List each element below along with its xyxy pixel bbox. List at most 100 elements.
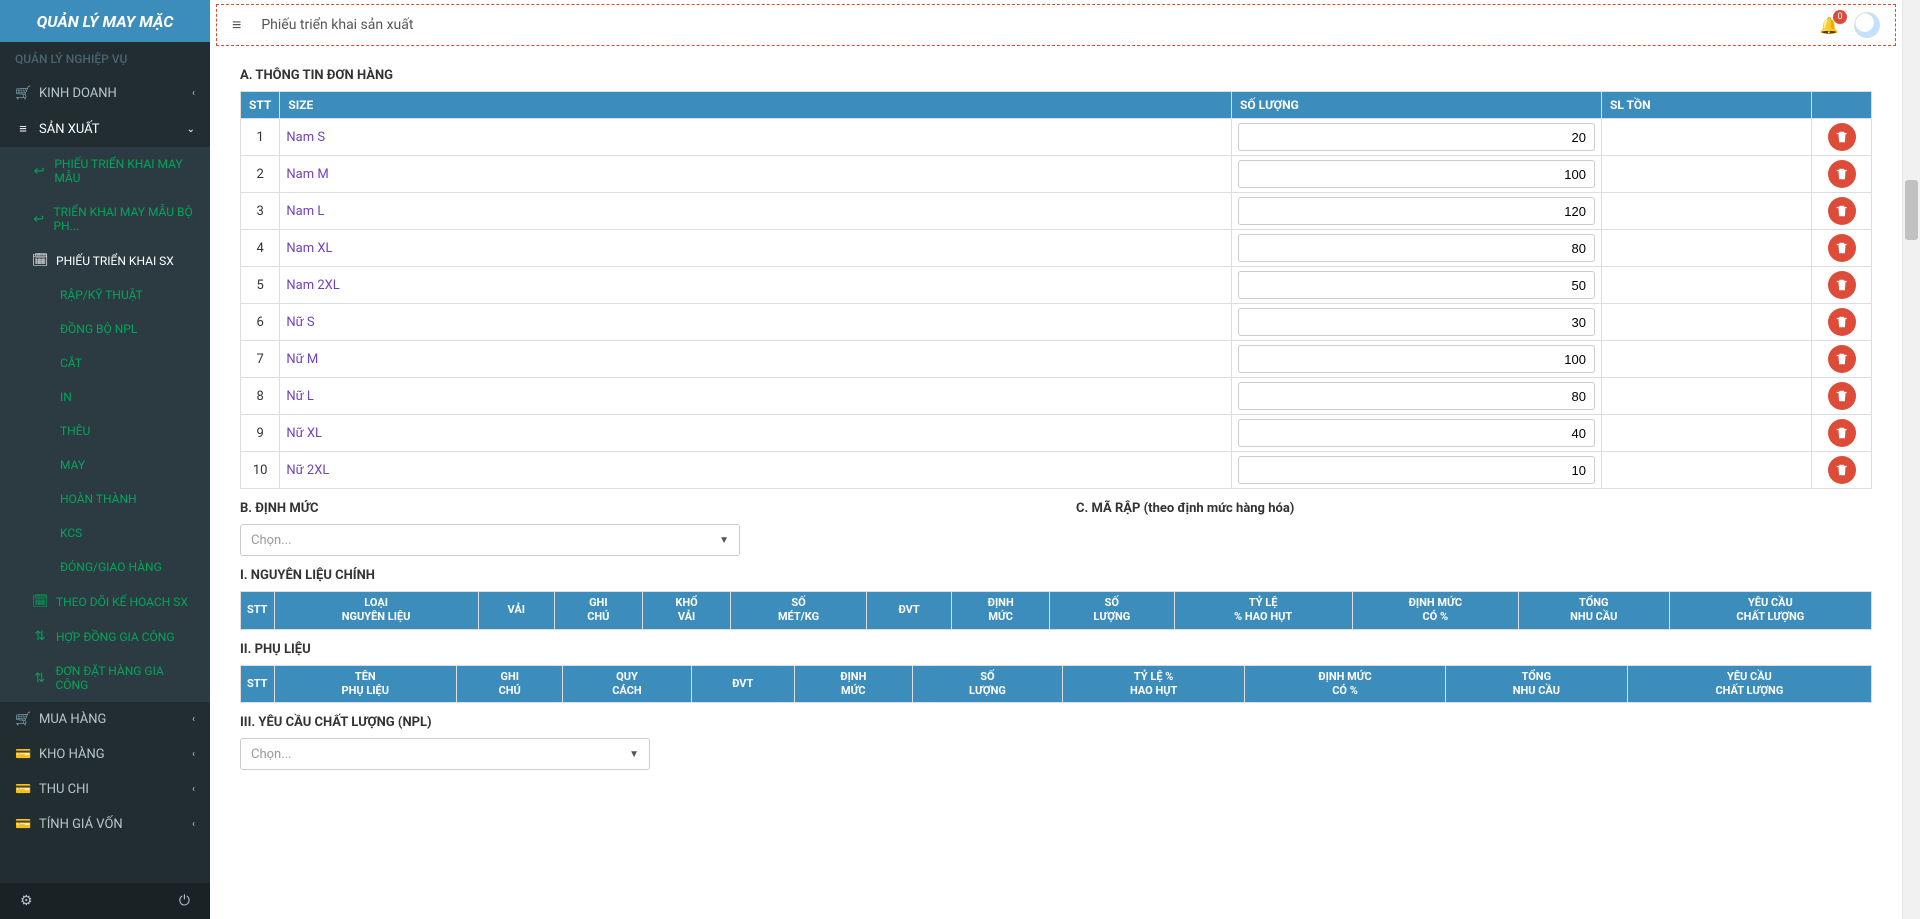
qty-input[interactable] <box>1238 382 1595 410</box>
cell-stock <box>1602 378 1812 415</box>
col-header: ĐVT <box>866 592 952 630</box>
cell-stock <box>1602 119 1812 156</box>
sidebar-footer: ⚙ ⏻ <box>0 883 210 919</box>
qty-input[interactable] <box>1238 345 1595 373</box>
sidebar-item[interactable]: 🗓THEO DÕI KẾ HOẠCH SX <box>0 584 210 619</box>
cell-stt: 2 <box>241 156 280 193</box>
cell-action <box>1812 341 1872 378</box>
col-header: QUYCÁCH <box>563 665 691 703</box>
sidebar-item[interactable]: THÊU <box>0 414 210 448</box>
size-link[interactable]: Nam XL <box>286 241 332 256</box>
sidebar-item[interactable]: ⇅ĐƠN ĐẶT HÀNG GIA CÔNG <box>0 654 210 702</box>
size-link[interactable]: Nam 2XL <box>286 278 339 293</box>
cell-qty <box>1232 230 1602 267</box>
table-row: 9Nữ XL <box>241 415 1872 452</box>
chevron-down-icon: ▼ <box>719 535 729 546</box>
sidebar-item[interactable]: IN <box>0 380 210 414</box>
quality-select[interactable]: Chọn... ▼ <box>240 738 650 770</box>
sidebar-item[interactable]: 💳THU CHI‹ <box>0 772 210 807</box>
sidebar-item[interactable]: 🛒MUA HÀNG‹ <box>0 702 210 737</box>
chevron-icon: ‹ <box>192 784 195 795</box>
qty-input[interactable] <box>1238 160 1595 188</box>
sidebar-item[interactable]: CẮT <box>0 346 210 380</box>
scroll-thumb[interactable] <box>1905 180 1918 240</box>
sidebar: QUẢN LÝ MAY MẶC QUẢN LÝ NGHIỆP VỤ 🛒KINH … <box>0 0 210 919</box>
col-stock: SL TỒN <box>1602 92 1812 119</box>
menu-toggle-icon[interactable]: ≡ <box>232 15 241 35</box>
cell-action <box>1812 304 1872 341</box>
sidebar-item-label: THEO DÕI KẾ HOẠCH SX <box>56 595 188 609</box>
sidebar-item[interactable]: 💳TÍNH GIÁ VỐN‹ <box>0 807 210 842</box>
sidebar-item[interactable]: 🛒KINH DOANH‹ <box>0 76 210 111</box>
qty-input[interactable] <box>1238 197 1595 225</box>
sidebar-item[interactable]: 💳KHO HÀNG‹ <box>0 737 210 772</box>
sidebar-item[interactable]: HOÀN THÀNH <box>0 482 210 516</box>
sidebar-item[interactable]: ĐÓNG/GIAO HÀNG <box>0 550 210 584</box>
delete-button[interactable] <box>1828 345 1856 373</box>
avatar[interactable] <box>1854 12 1880 38</box>
section-c-title: C. MÃ RẬP (theo định mức hàng hóa) <box>1076 501 1872 516</box>
cell-stock <box>1602 415 1812 452</box>
cell-stock <box>1602 230 1812 267</box>
size-link[interactable]: Nữ L <box>286 389 314 404</box>
sidebar-item-label: KHO HÀNG <box>39 747 105 762</box>
col-header: TÊNPHỤ LIỆU <box>274 665 457 703</box>
delete-button[interactable] <box>1828 419 1856 447</box>
sidebar-item[interactable]: ↩TRIỂN KHAI MAY MẪU BỘ PH... <box>0 195 210 243</box>
qty-input[interactable] <box>1238 271 1595 299</box>
cell-stock <box>1602 341 1812 378</box>
size-link[interactable]: Nam M <box>286 167 328 182</box>
delete-button[interactable] <box>1828 160 1856 188</box>
col-stt: STT <box>241 92 280 119</box>
chevron-icon: ‹ <box>192 819 195 830</box>
size-link[interactable]: Nam S <box>286 130 325 145</box>
size-link[interactable]: Nữ 2XL <box>286 463 329 478</box>
cell-action <box>1812 230 1872 267</box>
col-actions <box>1812 92 1872 119</box>
size-link[interactable]: Nữ S <box>286 315 314 330</box>
cell-qty <box>1232 415 1602 452</box>
delete-button[interactable] <box>1828 308 1856 336</box>
size-link[interactable]: Nam L <box>286 204 324 219</box>
sidebar-item[interactable]: 🗓PHIẾU TRIỂN KHAI SX <box>0 243 210 278</box>
delete-button[interactable] <box>1828 382 1856 410</box>
cell-size: Nữ L <box>280 378 1232 415</box>
settings-icon[interactable]: ⚙ <box>20 893 33 909</box>
col-header: SỐLƯỢNG <box>912 665 1062 703</box>
dinh-muc-select[interactable]: Chọn... ▼ <box>240 524 740 556</box>
cell-stt: 3 <box>241 193 280 230</box>
qty-input[interactable] <box>1238 308 1595 336</box>
sidebar-item-label: ĐÓNG/GIAO HÀNG <box>60 560 162 574</box>
qty-input[interactable] <box>1238 419 1595 447</box>
qty-input[interactable] <box>1238 234 1595 262</box>
qty-input[interactable] <box>1238 123 1595 151</box>
logout-icon[interactable]: ⏻ <box>179 893 190 909</box>
chevron-icon: ‹ <box>192 749 195 760</box>
notification-badge: 0 <box>1833 10 1847 24</box>
sidebar-item[interactable]: ≡SẢN XUẤT⌄ <box>0 111 210 147</box>
sidebar-item[interactable]: MAY <box>0 448 210 482</box>
sidebar-item[interactable]: ⇅HỢP ĐỒNG GIA CÔNG <box>0 619 210 654</box>
sidebar-item[interactable]: ↩PHIẾU TRIỂN KHAI MAY MẪU <box>0 147 210 195</box>
delete-button[interactable] <box>1828 271 1856 299</box>
delete-button[interactable] <box>1828 197 1856 225</box>
sidebar-item[interactable]: KCS <box>0 516 210 550</box>
cell-stt: 8 <box>241 378 280 415</box>
col-header: ĐỊNH MỨCCÓ % <box>1245 665 1446 703</box>
col-header: KHỔVẢI <box>642 592 730 630</box>
size-link[interactable]: Nữ M <box>286 352 318 367</box>
sidebar-item[interactable]: RẬP/KỸ THUẬT <box>0 278 210 312</box>
delete-button[interactable] <box>1828 234 1856 262</box>
page-scrollbar[interactable] <box>1902 0 1920 919</box>
col-header: TỔNGNHU CẦU <box>1445 665 1627 703</box>
notification-bell[interactable]: 🔔 0 <box>1819 16 1839 35</box>
sidebar-item[interactable]: ĐỒNG BỘ NPL <box>0 312 210 346</box>
delete-button[interactable] <box>1828 123 1856 151</box>
size-link[interactable]: Nữ XL <box>286 426 322 441</box>
qty-input[interactable] <box>1238 456 1595 484</box>
col-header: TỔNGNHU CẦU <box>1518 592 1669 630</box>
menu-icon: ↩ <box>32 212 45 227</box>
delete-button[interactable] <box>1828 456 1856 484</box>
section-ii-title: II. PHỤ LIỆU <box>240 642 1872 657</box>
sidebar-item-label: ĐƠN ĐẶT HÀNG GIA CÔNG <box>55 664 195 692</box>
